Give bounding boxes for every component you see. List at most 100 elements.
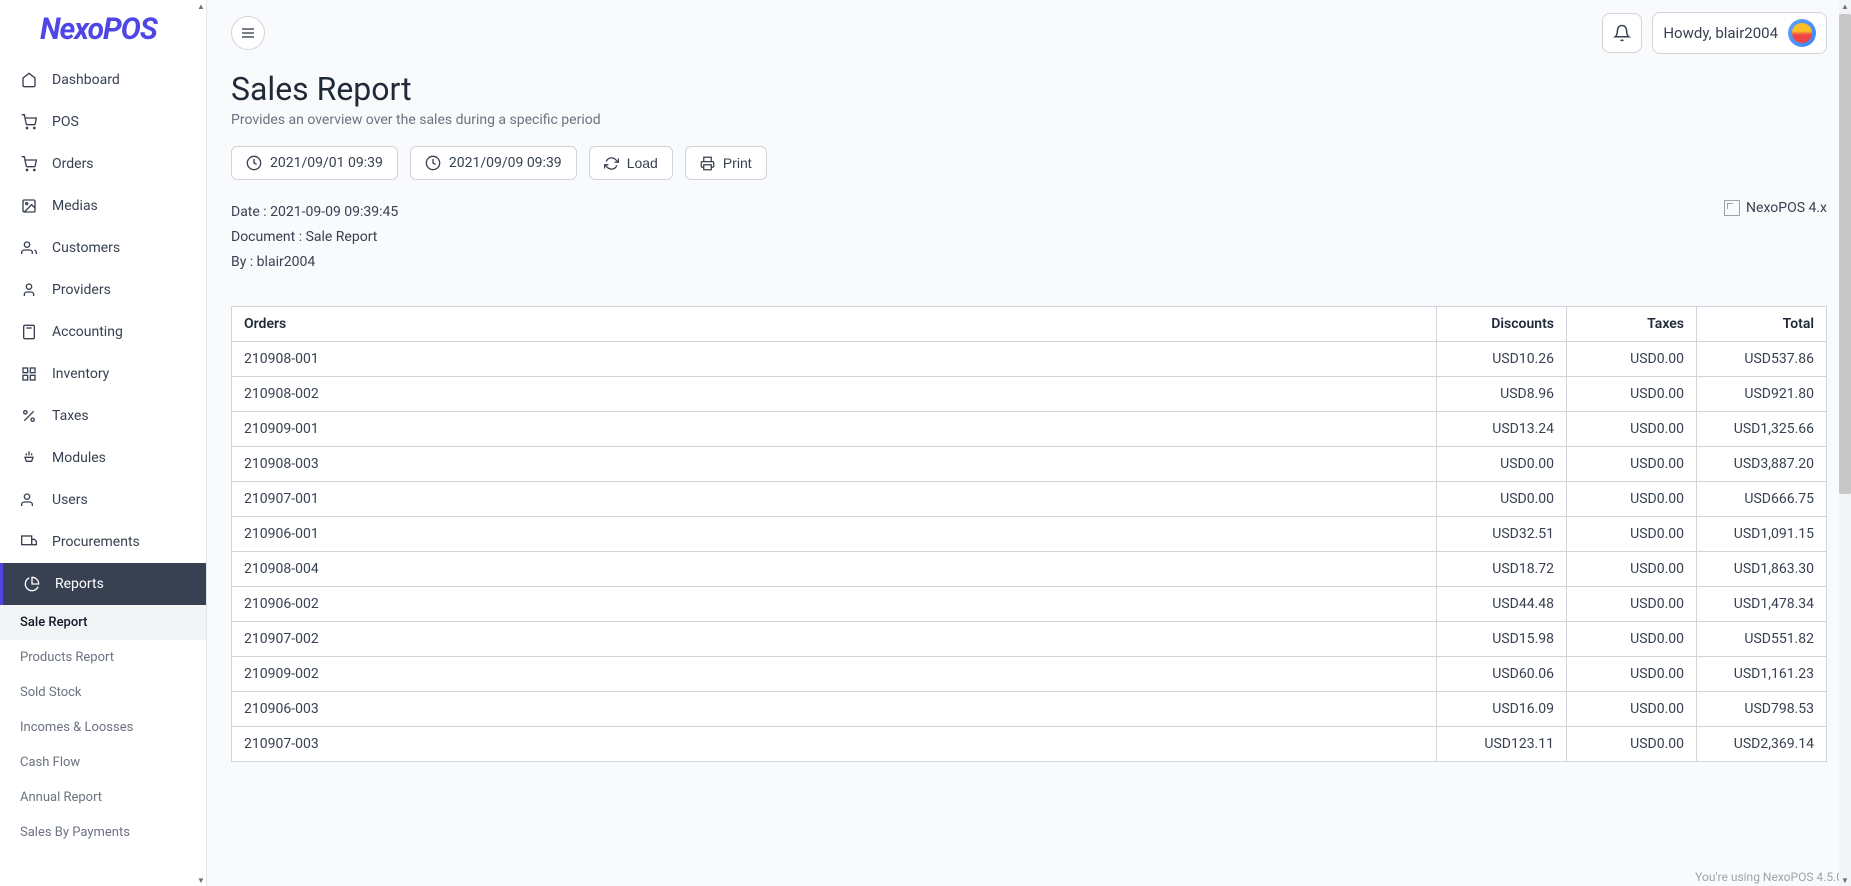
sidebar-sub-label: Sold Stock	[20, 685, 82, 700]
topbar: Howdy, blair2004	[207, 0, 1851, 66]
cell-taxes: USD0.00	[1567, 516, 1697, 551]
cell-discounts: USD0.00	[1437, 481, 1567, 516]
sidebar-item-accounting[interactable]: Accounting	[0, 311, 206, 353]
sidebar-sub-incomes-losses[interactable]: Incomes & Loosses	[0, 710, 206, 745]
cell-discounts: USD123.11	[1437, 726, 1567, 761]
col-discounts: Discounts	[1437, 306, 1567, 341]
sidebar-item-orders[interactable]: Orders	[0, 143, 206, 185]
scroll-thumb[interactable]	[1839, 14, 1851, 494]
cell-total: USD1,325.66	[1697, 411, 1827, 446]
sidebar-item-providers[interactable]: Providers	[0, 269, 206, 311]
sidebar-item-label: Providers	[52, 282, 111, 298]
user-menu[interactable]: Howdy, blair2004	[1652, 12, 1827, 54]
cell-order: 210908-002	[232, 376, 1437, 411]
cell-order: 210906-001	[232, 516, 1437, 551]
toggle-sidebar-button[interactable]	[231, 16, 265, 50]
cell-order: 210907-002	[232, 621, 1437, 656]
user-tie-icon	[20, 281, 38, 299]
cell-taxes: USD0.00	[1567, 691, 1697, 726]
table-row: 210906-003USD16.09USD0.00USD798.53	[232, 691, 1827, 726]
sidebar-item-modules[interactable]: Modules	[0, 437, 206, 479]
cell-discounts: USD16.09	[1437, 691, 1567, 726]
print-button[interactable]: Print	[685, 146, 767, 180]
bell-icon	[1613, 24, 1631, 42]
sidebar-sub-label: Incomes & Loosses	[20, 720, 133, 735]
sidebar-scrollbar[interactable]: ▲ ▼	[195, 0, 207, 886]
scroll-down-icon[interactable]: ▼	[1839, 874, 1851, 886]
table-row: 210907-001USD0.00USD0.00USD666.75	[232, 481, 1827, 516]
cart-plus-icon	[20, 155, 38, 173]
report-logo-text: NexoPOS 4.x	[1746, 200, 1827, 216]
load-label: Load	[627, 155, 658, 171]
sidebar-item-label: Orders	[52, 156, 94, 172]
cell-discounts: USD32.51	[1437, 516, 1567, 551]
main-area: Howdy, blair2004 Sales Report Provides a…	[207, 0, 1851, 886]
table-row: 210906-002USD44.48USD0.00USD1,478.34	[232, 586, 1827, 621]
sidebar-sub-label: Cash Flow	[20, 755, 80, 770]
date-to-value: 2021/09/09 09:39	[449, 155, 562, 171]
calculator-icon	[20, 323, 38, 341]
sidebar-sub-sold-stock[interactable]: Sold Stock	[0, 675, 206, 710]
cell-taxes: USD0.00	[1567, 376, 1697, 411]
cell-total: USD1,478.34	[1697, 586, 1827, 621]
clock-icon	[425, 155, 441, 171]
print-icon	[700, 156, 715, 171]
cell-discounts: USD8.96	[1437, 376, 1567, 411]
table-row: 210908-002USD8.96USD0.00USD921.80	[232, 376, 1827, 411]
sidebar-item-customers[interactable]: Customers	[0, 227, 206, 269]
cell-order: 210908-003	[232, 446, 1437, 481]
load-button[interactable]: Load	[589, 146, 673, 180]
table-row: 210907-003USD123.11USD0.00USD2,369.14	[232, 726, 1827, 761]
percent-icon	[20, 407, 38, 425]
cell-total: USD1,863.30	[1697, 551, 1827, 586]
sidebar-sub-products-report[interactable]: Products Report	[0, 640, 206, 675]
menu-icon	[240, 25, 256, 41]
scroll-up-icon[interactable]: ▲	[1839, 0, 1851, 12]
sidebar-sub-label: Annual Report	[20, 790, 102, 805]
scroll-up-icon[interactable]: ▲	[195, 0, 207, 12]
brand-name: NexoPOS	[40, 12, 157, 47]
clock-icon	[246, 155, 262, 171]
cell-discounts: USD60.06	[1437, 656, 1567, 691]
table-row: 210908-004USD18.72USD0.00USD1,863.30	[232, 551, 1827, 586]
sidebar-item-procurements[interactable]: Procurements	[0, 521, 206, 563]
cell-total: USD921.80	[1697, 376, 1827, 411]
boxes-icon	[20, 365, 38, 383]
sidebar-sub-sale-report[interactable]: Sale Report	[0, 605, 206, 640]
notifications-button[interactable]	[1602, 13, 1642, 53]
chart-pie-icon	[23, 575, 41, 593]
report-logo: NexoPOS 4.x	[1724, 200, 1827, 216]
meta-document: Document : Sale Report	[231, 225, 398, 250]
sidebar-item-label: Users	[52, 492, 88, 508]
scroll-down-icon[interactable]: ▼	[195, 874, 207, 886]
sidebar-item-label: Dashboard	[52, 72, 120, 88]
content-area: Sales Report Provides an overview over t…	[207, 66, 1851, 886]
cell-taxes: USD0.00	[1567, 551, 1697, 586]
sidebar-sub-sales-by-payments[interactable]: Sales By Payments	[0, 815, 206, 850]
sidebar-item-label: Taxes	[52, 408, 89, 424]
sidebar-item-label: Reports	[55, 576, 104, 592]
plug-icon	[20, 449, 38, 467]
date-to-input[interactable]: 2021/09/09 09:39	[410, 146, 577, 180]
sidebar-item-label: Customers	[52, 240, 120, 256]
col-taxes: Taxes	[1567, 306, 1697, 341]
sidebar-sub-cash-flow[interactable]: Cash Flow	[0, 745, 206, 780]
sidebar-item-users[interactable]: Users	[0, 479, 206, 521]
date-from-input[interactable]: 2021/09/01 09:39	[231, 146, 398, 180]
refresh-icon	[604, 156, 619, 171]
sidebar-item-medias[interactable]: Medias	[0, 185, 206, 227]
page-scrollbar[interactable]: ▲ ▼	[1839, 0, 1851, 886]
sidebar-item-pos[interactable]: POS	[0, 101, 206, 143]
sidebar-sub-annual-report[interactable]: Annual Report	[0, 780, 206, 815]
brand-logo: NexoPOS	[0, 0, 206, 59]
meta-by: By : blair2004	[231, 250, 398, 275]
sidebar-item-reports[interactable]: Reports	[0, 563, 206, 605]
table-row: 210908-003USD0.00USD0.00USD3,887.20	[232, 446, 1827, 481]
sidebar-item-inventory[interactable]: Inventory	[0, 353, 206, 395]
sidebar-item-label: Modules	[52, 450, 106, 466]
page-subtitle: Provides an overview over the sales duri…	[231, 112, 1827, 128]
sidebar-item-dashboard[interactable]: Dashboard	[0, 59, 206, 101]
meta-date: Date : 2021-09-09 09:39:45	[231, 200, 398, 225]
footer-version: You're using NexoPOS 4.5.0	[1695, 870, 1843, 884]
sidebar-item-taxes[interactable]: Taxes	[0, 395, 206, 437]
